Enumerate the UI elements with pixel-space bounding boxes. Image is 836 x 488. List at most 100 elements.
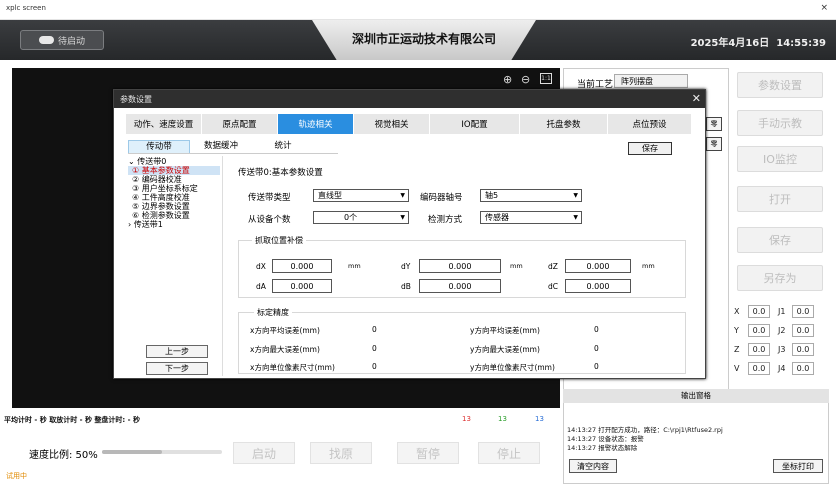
speed-ratio-fill bbox=[102, 450, 162, 454]
chevron-down-icon: ▼ bbox=[573, 192, 578, 199]
count-2: 13 bbox=[498, 415, 507, 423]
coord-row-y: Y 0.0 J2 0.0 bbox=[734, 324, 822, 337]
dialog-title: 参数设置 bbox=[114, 90, 705, 108]
dy-input[interactable]: 0.000 bbox=[419, 259, 501, 273]
grab-compensation-title: 抓取位置补偿 bbox=[252, 235, 306, 246]
start-button[interactable]: 启动 bbox=[233, 442, 295, 464]
dz-input[interactable]: 0.000 bbox=[565, 259, 631, 273]
coord-j3-value: 0.0 bbox=[792, 343, 814, 356]
y-pixel-size-value: 0 bbox=[594, 362, 599, 371]
pause-button[interactable]: 暂停 bbox=[397, 442, 459, 464]
coord-v-value: 0.0 bbox=[748, 362, 770, 375]
fit-view-icon[interactable]: 1:1 bbox=[540, 73, 552, 84]
window-title: xplc screen bbox=[6, 4, 46, 12]
zero-button-2[interactable]: 零 bbox=[706, 137, 722, 151]
detect-mode-select[interactable]: 传感器 ▼ bbox=[480, 211, 582, 224]
chevron-down-icon: ▼ bbox=[400, 192, 405, 199]
chevron-down-icon: ▼ bbox=[573, 214, 578, 221]
open-button[interactable]: 打开 bbox=[737, 186, 823, 212]
tab-tray[interactable]: 托盘参数 bbox=[520, 114, 608, 134]
start-status-button[interactable]: 待启动 bbox=[20, 30, 104, 50]
db-input[interactable]: 0.000 bbox=[419, 279, 501, 293]
save-file-button[interactable]: 保存 bbox=[737, 227, 823, 253]
count-1: 13 bbox=[462, 415, 471, 423]
dialog-save-button[interactable]: 保存 bbox=[628, 142, 672, 155]
coord-j1-value: 0.0 bbox=[792, 305, 814, 318]
subtabs: 传动带 数据缓冲 统计 bbox=[128, 140, 338, 154]
coord-row-x: X 0.0 J1 0.0 bbox=[734, 305, 822, 318]
count-3: 13 bbox=[535, 415, 544, 423]
log-line: 14:13:27 报警状态解除 bbox=[567, 444, 638, 452]
tree-item-encoder[interactable]: ② 编码器校准 bbox=[128, 175, 220, 184]
prev-step-button[interactable]: 上一步 bbox=[146, 345, 208, 358]
encoder-axis-select[interactable]: 轴5 ▼ bbox=[480, 189, 582, 202]
tree-item-detection[interactable]: ⑥ 检测参数设置 bbox=[128, 211, 220, 220]
zero-button-1[interactable]: 零 bbox=[706, 117, 722, 131]
window-close-button[interactable]: × bbox=[820, 3, 828, 13]
belt-type-label: 传送带类型 bbox=[248, 193, 291, 203]
x-avg-error-value: 0 bbox=[372, 325, 377, 334]
toggle-icon bbox=[38, 36, 54, 44]
tab-vision[interactable]: 视觉相关 bbox=[354, 114, 430, 134]
dx-input[interactable]: 0.000 bbox=[272, 259, 332, 273]
detect-mode-label: 检测方式 bbox=[428, 215, 463, 225]
stop-button[interactable]: 停止 bbox=[478, 442, 540, 464]
tab-action-speed[interactable]: 动作、速度设置 bbox=[126, 114, 202, 134]
save-as-button[interactable]: 另存为 bbox=[737, 265, 823, 291]
tree-item-boundary[interactable]: ⑤ 边界参数设置 bbox=[128, 202, 220, 211]
zoom-in-icon[interactable]: ⊕ bbox=[503, 73, 512, 86]
craft-value: 阵列摆盘 bbox=[614, 74, 688, 88]
company-name: 深圳市正运动技术有限公司 bbox=[351, 32, 496, 46]
subtab-statistics[interactable]: 统计 bbox=[252, 140, 314, 153]
section-title: 传送带0:基本参数设置 bbox=[238, 168, 323, 178]
tree-item-user-coord[interactable]: ③ 用户坐标系标定 bbox=[128, 184, 220, 193]
calibration-precision-title: 标定精度 bbox=[254, 307, 292, 318]
tab-point-preset[interactable]: 点位预设 bbox=[608, 114, 692, 134]
coord-print-button[interactable]: 坐标打印 bbox=[773, 459, 823, 473]
chevron-down-icon: ▼ bbox=[400, 214, 405, 221]
manual-teach-button[interactable]: 手动示教 bbox=[737, 110, 823, 136]
zoom-out-icon[interactable]: ⊖ bbox=[521, 73, 530, 86]
dialog-tabs: 动作、速度设置 原点配置 轨迹相关 视觉相关 IO配置 托盘参数 点位预设 bbox=[126, 114, 692, 134]
tree-item-basic[interactable]: ① 基本参数设置 bbox=[128, 166, 220, 175]
coord-j4-value: 0.0 bbox=[792, 362, 814, 375]
encoder-axis-label: 编码器轴号 bbox=[420, 193, 463, 203]
home-button[interactable]: 找原 bbox=[310, 442, 372, 464]
speed-ratio-slider[interactable] bbox=[102, 450, 222, 454]
subtab-data-buffer[interactable]: 数据缓冲 bbox=[190, 140, 252, 153]
speed-ratio-label: 速度比例: 50% bbox=[29, 450, 98, 461]
tab-origin[interactable]: 原点配置 bbox=[202, 114, 278, 134]
clear-output-button[interactable]: 清空内容 bbox=[569, 459, 617, 473]
tab-io[interactable]: IO配置 bbox=[430, 114, 520, 134]
io-monitor-button[interactable]: IO监控 bbox=[737, 146, 823, 172]
dc-input[interactable]: 0.000 bbox=[565, 279, 631, 293]
header-date: 2025年4月16日 bbox=[690, 38, 770, 49]
tree-divider bbox=[222, 156, 223, 376]
tab-trajectory[interactable]: 轨迹相关 bbox=[278, 114, 354, 134]
window-titlebar: xplc screen × bbox=[0, 0, 836, 20]
x-max-error-value: 0 bbox=[372, 344, 377, 353]
x-pixel-size-value: 0 bbox=[372, 362, 377, 371]
coord-y-value: 0.0 bbox=[748, 324, 770, 337]
dialog-close-icon[interactable]: ✕ bbox=[692, 92, 701, 105]
tree-item-height[interactable]: ④ 工件高度校准 bbox=[128, 193, 220, 202]
subtab-conveyor[interactable]: 传动带 bbox=[128, 140, 190, 153]
param-settings-dialog: 参数设置 ✕ 动作、速度设置 原点配置 轨迹相关 视觉相关 IO配置 托盘参数 … bbox=[113, 89, 706, 379]
conveyor-tree: ⌄ 传送带0 ① 基本参数设置 ② 编码器校准 ③ 用户坐标系标定 ④ 工件高度… bbox=[128, 157, 220, 229]
y-avg-error-value: 0 bbox=[594, 325, 599, 334]
next-step-button[interactable]: 下一步 bbox=[146, 362, 208, 375]
coord-x-value: 0.0 bbox=[748, 305, 770, 318]
tree-node-conveyor0[interactable]: ⌄ 传送带0 bbox=[128, 157, 220, 166]
slave-count-label: 从设备个数 bbox=[248, 215, 291, 225]
tree-node-conveyor1[interactable]: › 传送带1 bbox=[128, 220, 220, 229]
y-max-error-value: 0 bbox=[594, 344, 599, 353]
coord-row-v: V 0.0 J4 0.0 bbox=[734, 362, 822, 375]
param-settings-button[interactable]: 参数设置 bbox=[737, 72, 823, 98]
header-time: 14:55:39 bbox=[776, 38, 826, 49]
slave-count-select[interactable]: 0个 ▼ bbox=[313, 211, 409, 224]
start-status-label: 待启动 bbox=[57, 36, 85, 47]
trial-label: 试用中 bbox=[6, 472, 27, 480]
da-input[interactable]: 0.000 bbox=[272, 279, 332, 293]
coord-z-value: 0.0 bbox=[748, 343, 770, 356]
belt-type-select[interactable]: 直线型 ▼ bbox=[313, 189, 409, 202]
